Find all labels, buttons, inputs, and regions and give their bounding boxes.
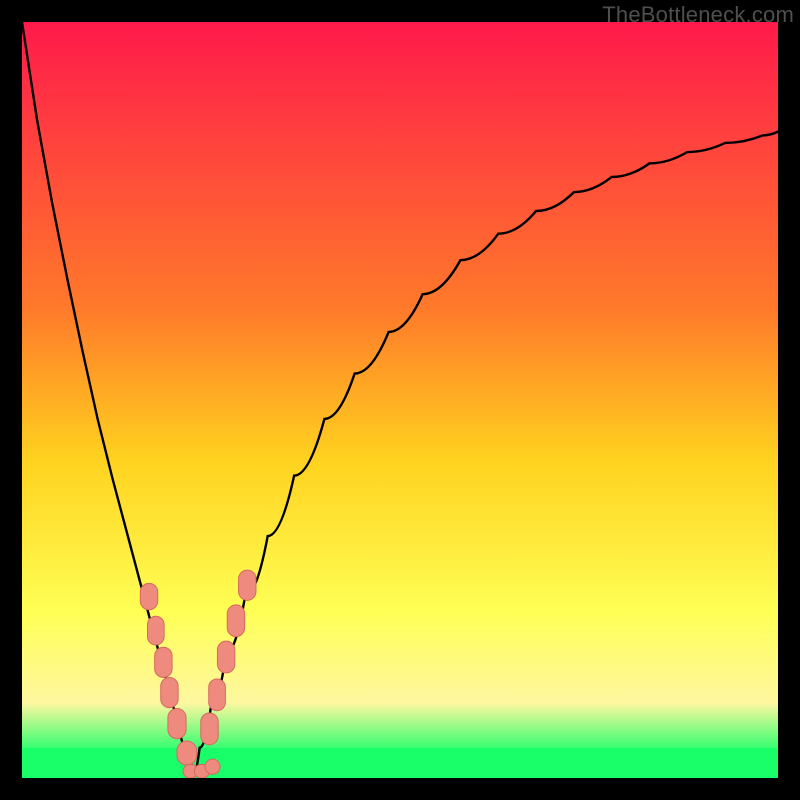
data-marker xyxy=(161,677,178,707)
watermark-text: TheBottleneck.com xyxy=(602,2,794,28)
plot-svg xyxy=(22,22,778,778)
gradient-background xyxy=(22,22,778,778)
green-bottom-band xyxy=(22,748,778,778)
data-marker xyxy=(155,647,172,677)
data-marker xyxy=(177,741,197,765)
data-marker xyxy=(227,605,244,637)
data-marker xyxy=(140,583,157,609)
data-marker xyxy=(201,713,218,745)
data-marker xyxy=(205,759,220,774)
plot-frame xyxy=(22,22,778,778)
data-marker xyxy=(217,641,234,673)
data-marker xyxy=(147,616,164,645)
data-marker xyxy=(168,708,186,738)
data-marker xyxy=(239,570,256,600)
data-marker xyxy=(209,679,226,711)
